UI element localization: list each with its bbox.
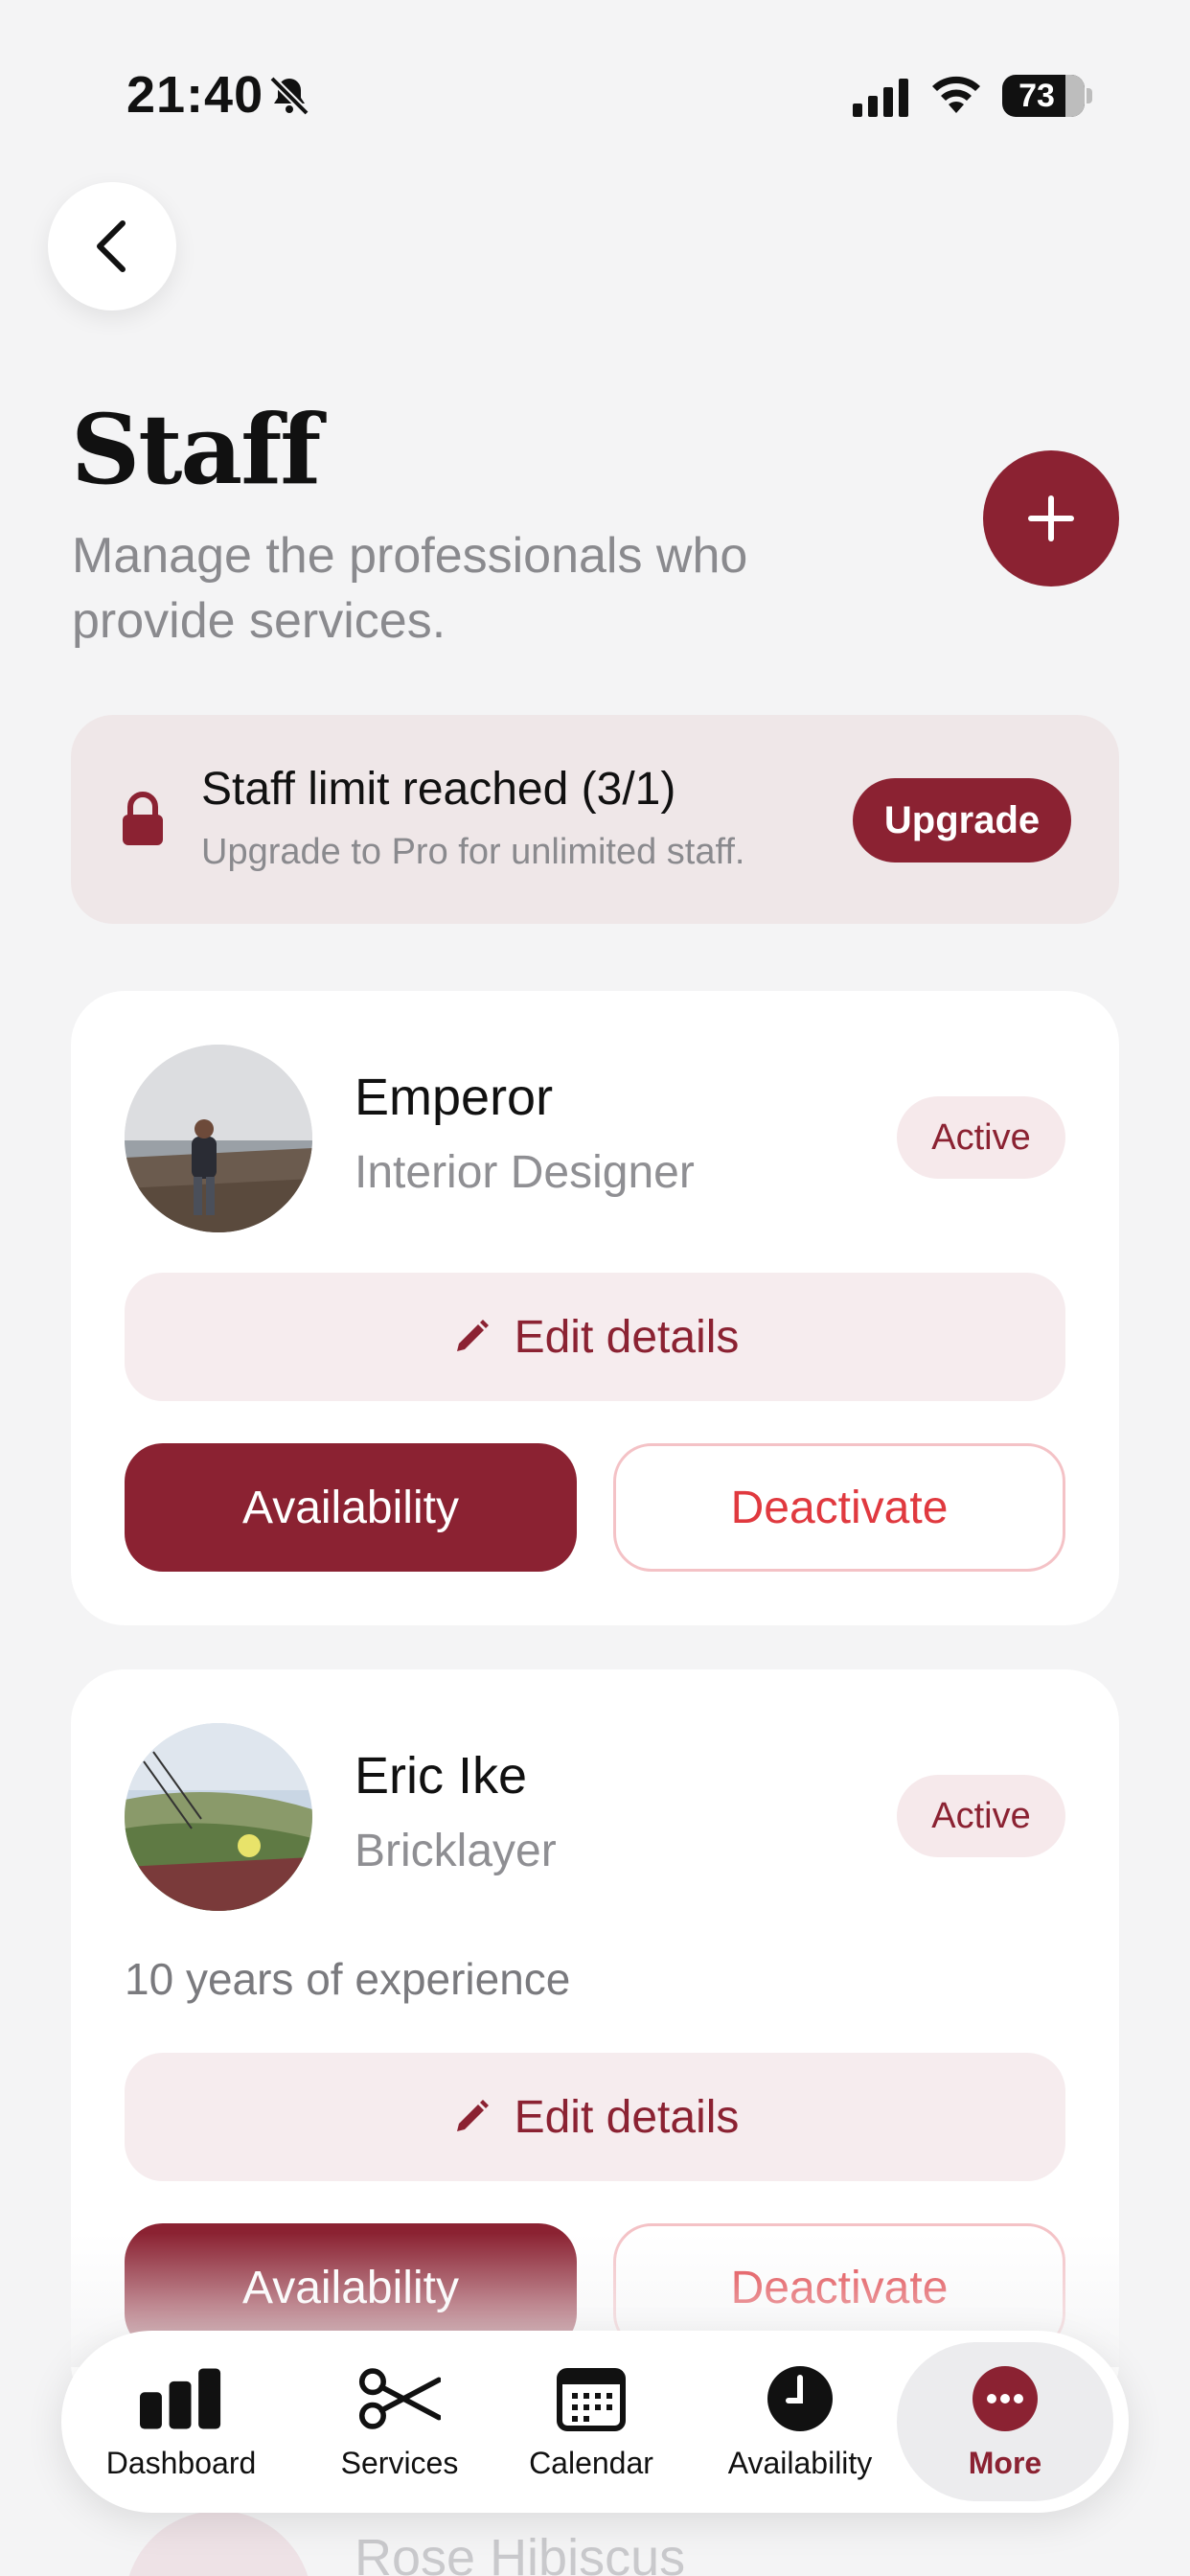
- bar-chart-icon: [140, 2368, 221, 2429]
- staff-name: Eric Ike: [355, 1747, 528, 1805]
- staff-experience: 10 years of experience: [125, 1954, 571, 2004]
- pencil-icon: [456, 2100, 489, 2131]
- staff-card: Eric Ike Bricklayer Active 10 years of e…: [71, 1669, 1119, 2417]
- tab-dashboard[interactable]: Dashboard: [100, 2331, 263, 2513]
- availability-button[interactable]: Availability: [125, 1443, 577, 1572]
- clock-icon: [767, 2366, 833, 2431]
- battery-nub: [1087, 88, 1092, 104]
- edit-details-label: Edit details: [514, 1311, 740, 1363]
- avatar: [125, 1723, 312, 1911]
- tab-label: More: [968, 2446, 1042, 2480]
- avatar: [125, 2511, 312, 2576]
- tab-availability[interactable]: Availability: [719, 2331, 881, 2513]
- edit-details-button[interactable]: Edit details: [125, 2053, 1065, 2181]
- lock-icon: [123, 792, 163, 845]
- staff-role: Bricklayer: [355, 1826, 557, 1876]
- plus-icon: [1028, 495, 1074, 541]
- calendar-icon: [557, 2368, 626, 2431]
- deactivate-button[interactable]: Deactivate: [613, 1443, 1065, 1572]
- tab-more[interactable]: More: [933, 2331, 1077, 2513]
- edit-details-button[interactable]: Edit details: [125, 1273, 1065, 1401]
- wifi-icon: [932, 76, 980, 113]
- staff-card: Emperor Interior Designer Active Edit de…: [71, 991, 1119, 1625]
- add-staff-button[interactable]: [983, 450, 1119, 586]
- status-time: 21:40: [126, 66, 264, 124]
- status-badge: Active: [897, 1096, 1065, 1179]
- staff-limit-banner: Staff limit reached (3/1) Upgrade to Pro…: [71, 715, 1119, 924]
- chevron-left-icon: [97, 220, 126, 272]
- status-bar: 21:40 73: [0, 0, 1190, 192]
- page-subtitle: Manage the professionals who provide ser…: [72, 528, 748, 649]
- bottom-tab-bar: Dashboard Services Calendar Availability…: [61, 2331, 1129, 2513]
- avatar: [125, 1045, 312, 1232]
- tab-label: Services: [340, 2446, 459, 2480]
- avatar-photo: [125, 1723, 312, 1911]
- more-icon: [973, 2366, 1038, 2431]
- tab-label: Dashboard: [105, 2446, 257, 2480]
- limit-subtitle: Upgrade to Pro for unlimited staff.: [201, 832, 745, 872]
- staff-name: Rose Hibiscus: [355, 2529, 686, 2576]
- avatar-photo: [125, 1045, 312, 1232]
- edit-details-label: Edit details: [514, 2091, 740, 2143]
- upgrade-button[interactable]: Upgrade: [853, 778, 1071, 862]
- bell-slash-icon: [269, 76, 309, 116]
- status-badge: Active: [897, 1775, 1065, 1857]
- tab-label: Availability: [727, 2446, 873, 2480]
- page-title: Staff: [71, 393, 321, 506]
- battery-indicator: 73: [1002, 75, 1085, 117]
- tab-services[interactable]: Services: [328, 2331, 471, 2513]
- cellular-signal-icon: [853, 79, 908, 117]
- limit-title: Staff limit reached (3/1): [201, 764, 676, 815]
- tab-calendar[interactable]: Calendar: [519, 2331, 663, 2513]
- tab-label: Calendar: [529, 2446, 653, 2480]
- staff-name: Emperor: [355, 1069, 554, 1126]
- back-button[interactable]: [48, 182, 176, 310]
- staff-role: Interior Designer: [355, 1147, 695, 1198]
- scissors-icon: [358, 2368, 441, 2429]
- battery-level: 73: [1018, 78, 1055, 114]
- pencil-icon: [456, 1320, 489, 1351]
